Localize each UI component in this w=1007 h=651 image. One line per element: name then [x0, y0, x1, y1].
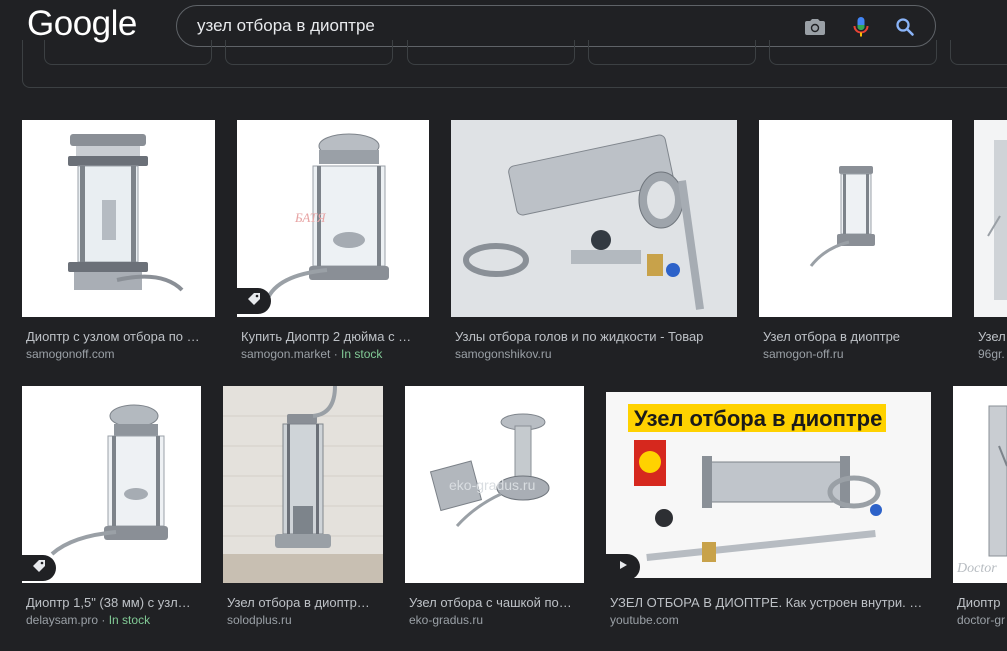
result-title[interactable]: УЗЕЛ ОТБОРА В ДИОПТРЕ. Как устроен внутр…: [610, 595, 930, 610]
google-logo[interactable]: Google: [27, 4, 137, 44]
product-badge: [237, 288, 271, 314]
result-source[interactable]: samogonshikov.ru: [455, 347, 735, 361]
image-result[interactable]: eko-gradus.ru Узел отбора с чашкой по… e…: [405, 386, 584, 631]
stock-separator: ·: [98, 613, 109, 627]
microphone-icon[interactable]: [849, 15, 873, 39]
source-site: solodplus.ru: [227, 613, 292, 627]
result-thumbnail[interactable]: [974, 120, 1007, 317]
result-title[interactable]: Узел отбора с чашкой по…: [409, 595, 583, 610]
result-title[interactable]: Узлы отбора голов и по жидкости - Товар: [455, 329, 735, 344]
result-thumbnail[interactable]: [22, 386, 201, 583]
result-source[interactable]: youtube.com: [610, 613, 930, 627]
product-badge: [22, 555, 56, 581]
image-result[interactable]: Диоптр с узлом отбора по … samogonoff.co…: [22, 120, 215, 365]
result-thumbnail[interactable]: [223, 386, 383, 583]
source-site: eko-gradus.ru: [409, 613, 484, 627]
result-title[interactable]: Диоптр с узлом отбора по …: [26, 329, 212, 344]
source-site: doctor-gr: [957, 613, 1006, 627]
result-thumbnail[interactable]: eko-gradus.ru: [405, 386, 584, 583]
result-source[interactable]: solodplus.ru: [227, 613, 382, 627]
search-input[interactable]: [197, 15, 757, 37]
stock-separator: ·: [330, 347, 342, 361]
image-result[interactable]: Узел 96gr.: [974, 120, 1007, 365]
result-thumbnail[interactable]: [759, 120, 952, 317]
result-thumbnail[interactable]: БАТЯ: [237, 120, 429, 317]
image-watermark: eko-gradus.ru: [449, 477, 535, 493]
filter-chip[interactable]: [225, 40, 393, 65]
filter-chip[interactable]: [950, 40, 1007, 65]
video-banner-text: Узел отбора в диоптре: [634, 406, 882, 431]
result-source[interactable]: doctor-gr: [957, 613, 1007, 627]
image-watermark: Doctor: [956, 561, 997, 576]
result-thumbnail[interactable]: Узел отбора в диоптре: [606, 392, 931, 578]
source-site: samogon-off.ru: [763, 347, 844, 361]
image-result[interactable]: Узлы отбора голов и по жидкости - Товар …: [451, 120, 737, 365]
result-thumbnail[interactable]: [451, 120, 737, 317]
result-title[interactable]: Купить Диоптр 2 дюйма с …: [241, 329, 427, 344]
image-watermark: БАТЯ: [294, 210, 327, 225]
result-title[interactable]: Узел отбора в диоптре: [763, 329, 949, 344]
result-source[interactable]: samogon-off.ru: [763, 347, 949, 361]
play-icon: [617, 558, 629, 576]
result-title[interactable]: Диоптр 1,5" (38 мм) с узл…: [26, 595, 200, 610]
result-source[interactable]: samogonoff.com: [26, 347, 212, 361]
result-title[interactable]: Узел отбора в диоптр…: [227, 595, 382, 610]
result-thumbnail[interactable]: Doctor: [953, 386, 1007, 583]
filter-chip[interactable]: [769, 40, 937, 65]
price-tag-icon: [247, 292, 261, 311]
camera-icon[interactable]: [803, 15, 827, 39]
result-source[interactable]: 96gr.: [978, 347, 1007, 361]
image-result[interactable]: Doctor Диоптр doctor-gr: [953, 386, 1007, 631]
image-result[interactable]: Узел отбора в диоптр… solodplus.ru: [223, 386, 383, 631]
result-source[interactable]: delaysam.pro · In stock: [26, 613, 200, 627]
result-source[interactable]: samogon.market · In stock: [241, 347, 427, 361]
result-title[interactable]: Диоптр: [957, 595, 1007, 610]
video-badge: [606, 554, 640, 580]
image-result[interactable]: Диоптр 1,5" (38 мм) с узл… delaysam.pro …: [22, 386, 201, 631]
filter-chips-bar: [22, 40, 1007, 88]
image-result[interactable]: БАТЯ Купить Диоптр 2 дюйма с … samogon.m…: [237, 120, 429, 365]
source-site: 96gr.: [978, 347, 1005, 361]
stock-status: In stock: [341, 347, 383, 361]
filter-chip[interactable]: [44, 40, 212, 65]
filter-chip[interactable]: [407, 40, 575, 65]
source-site: delaysam.pro: [26, 613, 99, 627]
filter-chip[interactable]: [588, 40, 756, 65]
stock-status: In stock: [108, 613, 151, 627]
image-result[interactable]: Узел отбора в диоптре samogon-off.ru: [759, 120, 952, 365]
result-title[interactable]: Узел: [978, 329, 1007, 344]
image-result[interactable]: Узел отбора в диоптре УЗЕЛ ОТБОРА В ДИОП…: [606, 386, 931, 631]
price-tag-icon: [32, 559, 46, 578]
source-site: samogonoff.com: [26, 347, 115, 361]
search-icon[interactable]: [893, 15, 917, 39]
source-site: samogonshikov.ru: [455, 347, 552, 361]
source-site: samogon.market: [241, 347, 331, 361]
source-site: youtube.com: [610, 613, 679, 627]
result-source[interactable]: eko-gradus.ru: [409, 613, 583, 627]
result-thumbnail[interactable]: [22, 120, 215, 317]
